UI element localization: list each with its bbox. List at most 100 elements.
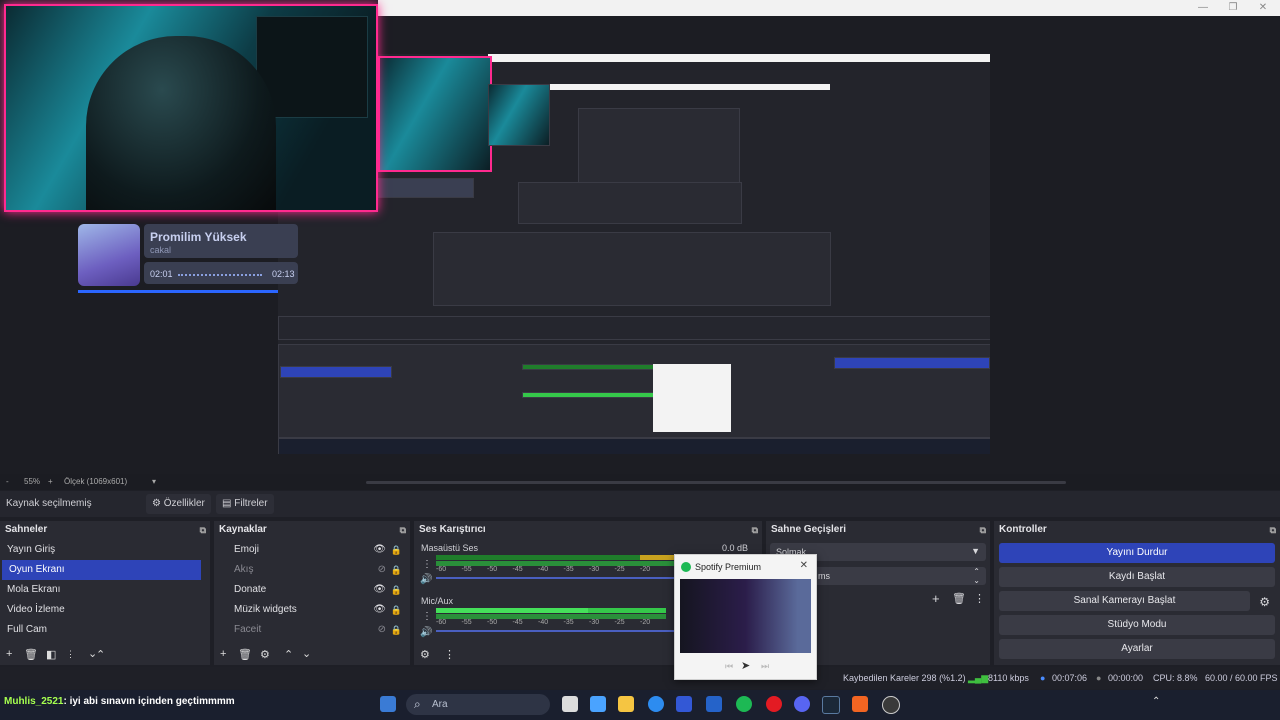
eye-hidden-icon[interactable]: ⊘ [378, 620, 386, 640]
discord-icon[interactable] [794, 696, 810, 712]
source-item[interactable]: Müzik widgets 👁 🔒 [214, 600, 410, 620]
meter-scale-tick: -30 [589, 619, 600, 626]
studio-mode-button[interactable]: Stüdyo Modu [999, 615, 1275, 635]
scene-item[interactable]: Yayın Giriş [0, 540, 210, 560]
filters-button[interactable]: ▤ Filtreler [216, 494, 274, 514]
trash-icon[interactable]: 🗑 [238, 648, 252, 661]
zoom-in-button[interactable]: + [48, 477, 53, 486]
more-icon[interactable]: ⋮ [974, 592, 985, 605]
transitions-title: Sahne Geçişleri [771, 524, 847, 535]
stepper-icon[interactable]: ⌃ ⌄ [973, 567, 980, 585]
meter-scale: -60 -55 -50 -45 -40 -35 -30 -25 -20 [436, 566, 674, 576]
chevron-down-icon[interactable]: ⌄ [88, 647, 97, 660]
move-up-icon[interactable]: ⌃ [284, 648, 293, 661]
mirror-titlebar [488, 54, 990, 62]
trash-icon[interactable]: 🗑 [24, 648, 38, 661]
eye-icon[interactable]: 👁 [373, 580, 386, 600]
lock-icon[interactable]: 🔒 [391, 600, 402, 620]
spotify-taskbar-icon[interactable] [736, 696, 752, 712]
dock-float-icon[interactable]: ⧉ [752, 521, 758, 539]
spotify-thumbnail[interactable] [680, 579, 811, 653]
stream-icon: ● [1040, 673, 1046, 683]
system-tray-icon[interactable]: ⌃ [1152, 696, 1168, 712]
lock-icon[interactable]: 🔒 [391, 560, 402, 580]
task-view-icon[interactable] [562, 696, 578, 712]
mail-icon[interactable] [706, 696, 722, 712]
signal-icon: ▂▄▆ [968, 673, 989, 683]
move-up-icon[interactable]: ⌃ [96, 648, 105, 661]
chevron-down-icon[interactable]: ⌄ [302, 647, 311, 660]
chat-text: : iyi abi sınavın içinden geçtimmmm [63, 696, 235, 707]
meter-scale-tick: -20 [640, 566, 651, 573]
opera-icon[interactable] [766, 696, 782, 712]
speaker-icon[interactable]: 🔊 [420, 574, 432, 585]
controls-dock: Kontroller ⧉ Yayını Durdur Kaydı Başlat S… [994, 521, 1280, 665]
lock-icon[interactable]: 🔒 [391, 540, 402, 560]
lock-icon[interactable]: 🔒 [391, 580, 402, 600]
eye-icon[interactable]: 👁 [373, 600, 386, 620]
trash-icon[interactable]: 🗑 [952, 592, 966, 605]
mirror-meter-1 [522, 364, 654, 370]
taskbar-search[interactable]: ⌕ Ara [406, 694, 550, 715]
add-transition-icon[interactable]: + [932, 591, 940, 606]
eye-hidden-icon[interactable]: ⊘ [378, 560, 386, 580]
more-icon[interactable]: ⋮ [444, 648, 455, 661]
lock-icon[interactable]: 🔒 [391, 620, 402, 640]
spotify-preview-popup[interactable]: Spotify Premium ✕ ⏮ ➤ ⏭ [674, 554, 817, 680]
filters-label: Filtreler [234, 498, 268, 509]
minimize-button[interactable]: — [1196, 2, 1210, 14]
close-button[interactable]: ✕ [1256, 2, 1270, 14]
close-icon[interactable]: ✕ [800, 560, 808, 571]
dock-float-icon[interactable]: ⧉ [200, 521, 206, 539]
file-explorer-icon[interactable] [618, 696, 634, 712]
properties-button[interactable]: ⚙ Özellikler [146, 494, 211, 514]
speaker-icon[interactable]: 🔊 [420, 627, 432, 638]
meter-level [436, 608, 588, 613]
add-scene-icon[interactable]: + [6, 648, 12, 660]
add-source-icon[interactable]: + [220, 648, 226, 660]
edge-icon[interactable] [648, 696, 664, 712]
meter-scale-tick: -50 [487, 619, 498, 626]
steam-icon[interactable] [822, 696, 840, 714]
scene-item[interactable]: Full Cam [0, 620, 210, 640]
start-recording-button[interactable]: Kaydı Başlat [999, 567, 1275, 587]
scene-item[interactable]: Mola Ekranı [0, 580, 210, 600]
source-item[interactable]: Donate 👁 🔒 [214, 580, 410, 600]
dock-float-icon[interactable]: ⧉ [980, 521, 986, 539]
horizontal-scrollbar[interactable] [366, 481, 1066, 484]
more-icon[interactable]: ⋮ [66, 649, 75, 660]
more-icon[interactable]: ⋮ [422, 559, 432, 570]
meter-scale-tick: -55 [461, 566, 472, 573]
chevron-down-icon[interactable]: ▾ [152, 477, 156, 486]
dock-float-icon[interactable]: ⧉ [400, 521, 406, 539]
spotify-icon [681, 562, 691, 572]
gear-icon[interactable]: ⚙ [1259, 595, 1270, 609]
scene-item-selected[interactable]: Oyun Ekranı [2, 560, 201, 580]
windows-start-icon[interactable] [380, 696, 396, 712]
gear-icon[interactable]: ⚙ [260, 648, 270, 661]
start-virtual-camera-button[interactable]: Sanal Kamerayı Başlat [999, 591, 1250, 611]
volume-slider[interactable] [436, 630, 674, 632]
preview-canvas[interactable] [278, 54, 990, 454]
stop-streaming-button[interactable]: Yayını Durdur [999, 543, 1275, 563]
scene-filters-icon[interactable]: ◧ [46, 648, 56, 661]
settings-button[interactable]: Ayarlar [999, 639, 1275, 659]
maximize-button[interactable]: ❐ [1226, 2, 1240, 14]
zoom-out-button[interactable]: - [6, 477, 9, 486]
previous-icon[interactable]: ⏮ [725, 661, 733, 672]
next-icon[interactable]: ⏭ [761, 661, 769, 672]
source-item[interactable]: Faceit ⊘ 🔒 [214, 620, 410, 640]
store-icon[interactable] [676, 696, 692, 712]
dock-float-icon[interactable]: ⧉ [1270, 521, 1276, 539]
app-icon[interactable] [852, 696, 868, 712]
source-item[interactable]: Akış ⊘ 🔒 [214, 560, 410, 580]
scene-item[interactable]: Video İzleme [0, 600, 210, 620]
volume-slider[interactable] [436, 577, 674, 579]
source-item[interactable]: Emoji 👁 🔒 [214, 540, 410, 560]
obs-icon[interactable] [882, 696, 900, 714]
mixer-settings-icon[interactable]: ⚙ [420, 648, 430, 661]
widgets-icon[interactable] [590, 696, 606, 712]
more-icon[interactable]: ⋮ [422, 611, 432, 622]
eye-icon[interactable]: 👁 [373, 540, 386, 560]
chevron-down-icon: ▼ [971, 546, 980, 556]
